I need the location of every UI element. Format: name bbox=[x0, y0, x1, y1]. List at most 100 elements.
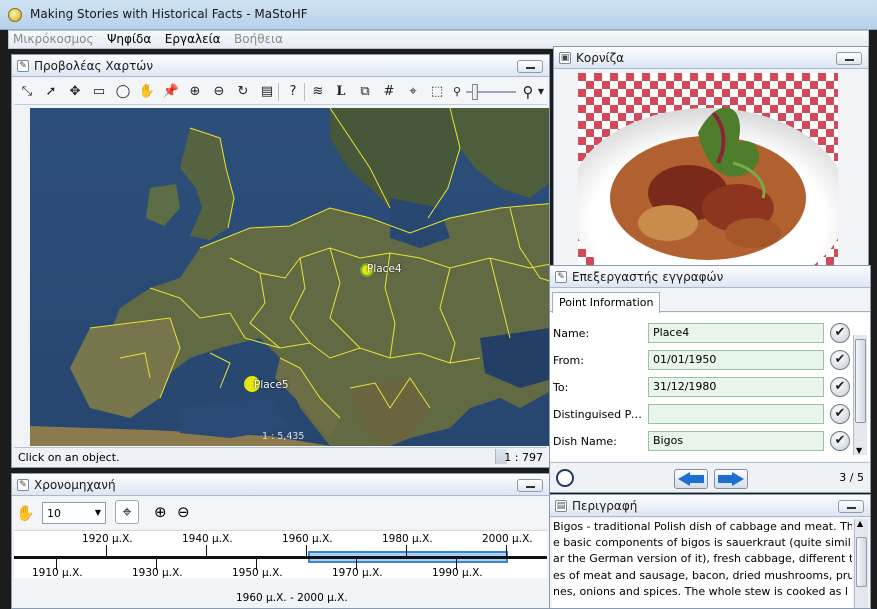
time-machine-minimize-button[interactable] bbox=[517, 479, 543, 492]
zoom-slider-thumb[interactable] bbox=[472, 84, 478, 100]
description-title: Περιγραφή bbox=[572, 499, 638, 513]
layers-icon[interactable]: ≋ bbox=[309, 83, 327, 101]
timeline-label-2000: 2000 μ.Χ. bbox=[482, 533, 533, 545]
application-window: Making Stories with Historical Facts - M… bbox=[0, 0, 877, 609]
name-field[interactable]: Place4 bbox=[648, 323, 824, 343]
menu-psifida[interactable]: Ψηφίδα bbox=[107, 31, 151, 48]
field-label-distinguished-person: Distinguised Pers... bbox=[553, 408, 647, 421]
next-record-button[interactable] bbox=[714, 469, 748, 489]
distinguished-person-field[interactable] bbox=[648, 404, 824, 424]
map-view[interactable]: Place4 Place5 1 : 5,435 bbox=[30, 108, 549, 446]
rectangle-select-icon[interactable]: ▭ bbox=[90, 83, 108, 101]
pin-icon[interactable]: 📌 bbox=[162, 83, 180, 101]
window-title: Making Stories with Historical Facts - M… bbox=[30, 7, 308, 21]
field-label-from: From: bbox=[553, 354, 584, 367]
map-statusbar: Click on an object. 1 : 797 bbox=[14, 447, 547, 465]
description-titlebar: ▤ Περιγραφή bbox=[550, 495, 870, 517]
description-scrollbar[interactable]: ▲ bbox=[854, 519, 868, 608]
place-label-place5: Place5 bbox=[254, 379, 289, 391]
confirm-to-check-icon[interactable]: ✔ bbox=[830, 377, 850, 397]
grab-hand-icon[interactable]: ✋ bbox=[138, 83, 156, 101]
label-icon[interactable]: L bbox=[332, 83, 350, 101]
record-editor-panel: ✎ Επεξεργαστής εγγραφών Point Informatio… bbox=[549, 265, 871, 493]
center-target-icon[interactable]: ⌖ bbox=[115, 500, 139, 524]
chevron-down-icon[interactable]: ▼ bbox=[856, 446, 862, 455]
timeline-label-1980: 1980 μ.Χ. bbox=[382, 533, 433, 545]
info-pointer-icon[interactable]: ? bbox=[284, 83, 302, 101]
record-editor-title: Επεξεργαστής εγγραφών bbox=[572, 270, 724, 284]
arrow-icon[interactable]: ➚ bbox=[42, 83, 60, 101]
previous-record-button[interactable] bbox=[674, 469, 708, 489]
arrow-right-icon bbox=[732, 472, 744, 486]
target-icon[interactable]: ⌖ bbox=[404, 83, 422, 101]
map-scale-overlay: 1 : 5,435 bbox=[262, 431, 305, 442]
description-scroll-thumb[interactable] bbox=[856, 537, 867, 587]
image-panel-minimize-button[interactable] bbox=[836, 52, 862, 65]
chevron-up-icon[interactable]: ▲ bbox=[857, 519, 863, 528]
confirm-dish-check-icon[interactable]: ✔ bbox=[830, 431, 850, 451]
map-panel-title: Προβολέας Χαρτών bbox=[34, 59, 154, 73]
timeline-axis bbox=[14, 556, 547, 559]
timeline-tick bbox=[406, 545, 407, 557]
field-label-dish-name: Dish Name: bbox=[553, 435, 617, 448]
image-panel-titlebar: ▣ Κορνίζα bbox=[554, 47, 868, 69]
refresh-icon[interactable]: ↻ bbox=[234, 83, 252, 101]
timeline-label-1960: 1960 μ.Χ. bbox=[282, 533, 333, 545]
record-help-icon[interactable] bbox=[556, 469, 574, 487]
from-date-field[interactable]: 01/01/1950 bbox=[648, 350, 824, 370]
timeline-zoom-select[interactable]: 10 ▼ bbox=[42, 502, 106, 524]
zoom-in-icon[interactable]: ⊕ bbox=[186, 83, 204, 101]
large-magnifier-icon[interactable]: ⚲ bbox=[519, 83, 537, 101]
time-machine-title: Χρονομηχανή bbox=[34, 478, 116, 492]
europe-satellite-map bbox=[30, 108, 549, 446]
map-status-message: Click on an object. bbox=[18, 451, 120, 464]
timeline-label-1930: 1930 μ.Χ. bbox=[132, 567, 183, 579]
zoom-extent-icon[interactable]: ⬚ bbox=[428, 83, 446, 101]
dish-name-field[interactable]: Bigos bbox=[648, 431, 824, 451]
timeline-tick bbox=[506, 545, 507, 557]
place-label-place4: Place4 bbox=[367, 263, 402, 275]
to-date-field[interactable]: 31/12/1980 bbox=[648, 377, 824, 397]
timeline-label-1950: 1950 μ.Χ. bbox=[232, 567, 283, 579]
timeline-label-1910: 1910 μ.Χ. bbox=[32, 567, 83, 579]
record-form-scroll-thumb[interactable] bbox=[855, 339, 866, 423]
circle-select-icon[interactable]: ◯ bbox=[114, 83, 132, 101]
image-panel-title: Κορνίζα bbox=[576, 51, 625, 65]
timeline-zoom-in-icon[interactable]: ⊕ bbox=[154, 503, 167, 521]
toolbar-separator bbox=[304, 83, 305, 101]
toolbar-separator bbox=[278, 83, 279, 101]
confirm-name-check-icon[interactable]: ✔ bbox=[830, 323, 850, 343]
timeline-track[interactable]: 1920 μ.Χ. 1940 μ.Χ. 1960 μ.Χ. 1980 μ.Χ. … bbox=[14, 530, 547, 579]
ruler-icon[interactable]: ▤ bbox=[258, 83, 276, 101]
menu-voitheia[interactable]: Βοήθεια bbox=[234, 31, 283, 48]
small-magnifier-icon[interactable]: ⚲ bbox=[448, 83, 466, 101]
timeline-zoom-value: 10 bbox=[47, 507, 61, 520]
record-form-scrollbar[interactable]: ▼ bbox=[853, 335, 867, 455]
chevron-down-icon[interactable]: ▼ bbox=[536, 83, 546, 101]
timeline-range-readout: 1960 μ.Χ. - 2000 μ.Χ. bbox=[236, 592, 348, 604]
grid-icon[interactable]: # bbox=[380, 83, 398, 101]
chevron-down-icon: ▼ bbox=[94, 508, 101, 517]
timeline-zoom-out-icon[interactable]: ⊖ bbox=[177, 503, 190, 521]
tab-point-information[interactable]: Point Information bbox=[552, 292, 661, 313]
confirm-from-check-icon[interactable]: ✔ bbox=[830, 350, 850, 370]
arrow-right-shaft bbox=[718, 475, 733, 483]
description-minimize-button[interactable] bbox=[838, 500, 864, 513]
box-zoom-icon[interactable]: ⧉ bbox=[356, 83, 374, 101]
map-scale-readout: 1 : 797 bbox=[504, 451, 543, 464]
select-tool-icon[interactable]: ⤡ bbox=[18, 83, 36, 101]
timeline-tick bbox=[306, 545, 307, 557]
map-panel: ✎ Προβολέας Χαρτών ⤡ ➚ ✥ ▭ ◯ ✋ 📌 ⊕ ⊖ ↻ ▤… bbox=[11, 54, 550, 468]
confirm-person-check-icon[interactable]: ✔ bbox=[830, 404, 850, 424]
zoom-out-icon[interactable]: ⊖ bbox=[210, 83, 228, 101]
menu-mikrokosmos[interactable]: Μικρόκοσμος bbox=[13, 31, 93, 48]
timeline-label-1940: 1940 μ.Χ. bbox=[182, 533, 233, 545]
dish-photo bbox=[578, 73, 838, 269]
time-machine-titlebar: ✎ Χρονομηχανή bbox=[12, 474, 549, 496]
map-panel-minimize-button[interactable] bbox=[517, 60, 543, 73]
timeline-label-1920: 1920 μ.Χ. bbox=[82, 533, 133, 545]
pan-hand-icon[interactable]: ✋ bbox=[16, 504, 35, 522]
description-text[interactable]: Bigos - traditional Polish dish of cabba… bbox=[552, 519, 852, 608]
menu-ergaleia[interactable]: Εργαλεία bbox=[165, 31, 221, 48]
pan-hand-icon[interactable]: ✥ bbox=[66, 83, 84, 101]
